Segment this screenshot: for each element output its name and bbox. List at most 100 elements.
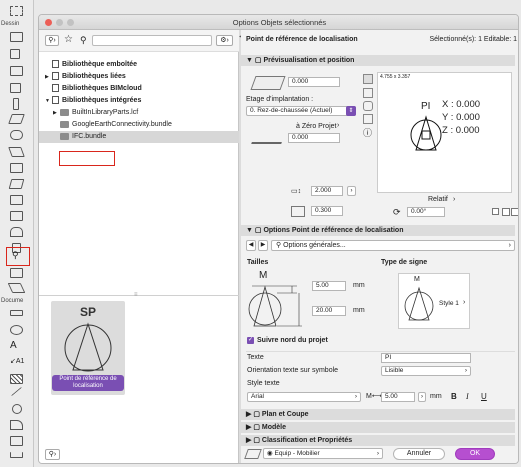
line-tool-icon[interactable] (11, 386, 22, 397)
size-1-field[interactable]: 5.00 (312, 281, 346, 291)
tree-item[interactable]: ▼ Bibliothèques intégrées (39, 95, 239, 107)
font-select[interactable]: Arial › (247, 392, 361, 402)
library-settings-gear-icon[interactable]: ⚙› (216, 35, 233, 46)
elevation-field[interactable]: 0.000 (288, 77, 340, 87)
toolbox-section-dessin: Dessin (1, 21, 20, 27)
tree-item[interactable]: ▶ Bibliothèques liées (39, 71, 239, 83)
zero-project-field[interactable]: 0.000 (288, 133, 340, 143)
section-classification-header[interactable]: ▶ ▢ Classification et Propriétés (241, 435, 515, 446)
polyline-tool-icon[interactable] (10, 420, 23, 430)
view-elevation-icon[interactable] (363, 114, 373, 124)
angle-field[interactable]: 0.00° (407, 207, 445, 217)
library-manager-button[interactable]: ⚲› (45, 449, 60, 460)
font-size-arrow-icon[interactable]: › (418, 392, 426, 402)
disclosure-down-icon[interactable]: ▼ (45, 95, 52, 107)
disclosure-right-icon[interactable]: ▶ (53, 107, 60, 119)
cancel-button[interactable]: Annuler (393, 448, 445, 460)
prev-page-button[interactable]: ◀ (246, 240, 256, 251)
library-pane: ⚲› ☆ ⚲ ⚙› Bibliothèque emboîtée ▶ Biblioth… (39, 30, 239, 463)
door-tool-icon[interactable] (10, 49, 20, 59)
preview-x-text: X : 0.000 (442, 99, 481, 110)
size-2-field[interactable]: 20.00 (312, 306, 346, 316)
sign-type-picker[interactable]: M Style 1 › (398, 273, 470, 329)
section-plan-title: Plan et Coupe (261, 411, 309, 418)
text-tool-icon[interactable]: A (10, 341, 23, 351)
underline-toggle[interactable]: U (481, 392, 487, 401)
tree-item-label: BuiltInLibraryParts.lcf (72, 109, 139, 116)
tree-item[interactable]: ▶ BuiltInLibraryParts.lcf (39, 107, 239, 119)
section-plan-header[interactable]: ▶ ▢ Plan et Coupe (241, 409, 515, 420)
text-field[interactable]: PI (381, 353, 471, 363)
follow-north-label[interactable]: Suivre nord du projet (257, 337, 328, 344)
zero-project-arrow-icon[interactable]: › (337, 122, 339, 129)
view-plan-icon[interactable] (363, 74, 373, 84)
preview-pi-label: PI (421, 101, 431, 112)
dimension-tool-icon[interactable] (10, 310, 23, 316)
relatif-arrow-icon[interactable]: › (453, 196, 455, 203)
location-point-tool-icon[interactable]: ⚲ (12, 251, 22, 261)
section-preview-header[interactable]: ▼ ▢ Prévisualisation et position (241, 55, 515, 66)
follow-north-checkbox[interactable]: ✓ (247, 337, 254, 344)
disclosure-right-icon[interactable]: ▶ (45, 71, 52, 83)
stair-tool-icon[interactable] (10, 163, 23, 173)
section-options-header[interactable]: ▼ ▢ Options Point de référence de locali… (241, 225, 515, 236)
section-tool-icon[interactable] (10, 452, 23, 458)
tree-item[interactable]: Bibliothèque emboîtée (39, 59, 239, 71)
pane-splitter[interactable] (39, 295, 239, 296)
next-page-button[interactable]: ▶ (258, 240, 268, 251)
roof-tool-icon[interactable] (8, 147, 25, 157)
options-page-select[interactable]: ⚲ Options générales... › (271, 240, 515, 251)
tree-item[interactable]: Bibliothèques BIMcloud (39, 83, 239, 95)
marquee-tool-icon[interactable] (10, 6, 23, 16)
options-page-arrow-icon: › (508, 242, 511, 249)
font-size-field[interactable]: 5.00 (381, 392, 415, 402)
morph-tool-icon[interactable] (10, 227, 23, 237)
layer-select[interactable]: ◉ Equip - Mobilier › (263, 448, 383, 459)
relatif-label[interactable]: Relatif (428, 196, 448, 203)
object-tool-icon[interactable] (10, 83, 21, 93)
window-tool-icon[interactable] (10, 66, 23, 76)
info-icon[interactable]: ⓘ (363, 126, 372, 139)
figure-tool-icon[interactable] (10, 436, 23, 446)
width-field[interactable]: 2.000 (311, 186, 343, 196)
beam-tool-icon[interactable] (8, 114, 25, 124)
railing-tool-icon[interactable] (8, 179, 25, 189)
library-search-input[interactable] (92, 35, 212, 46)
toolbox-section-docume: Docume (1, 298, 24, 304)
view-3d-icon[interactable] (363, 101, 373, 111)
orientation-select[interactable]: Lisible › (381, 366, 471, 376)
preview-window[interactable]: 4.755 x 3.357 PI X : 0.000 Y : 0.000 Z :… (377, 72, 512, 193)
height-field[interactable]: 0.300 (311, 206, 343, 216)
object-preview-tile[interactable]: SP Point de référence de localisation (51, 301, 125, 395)
view-section-icon[interactable] (363, 88, 373, 98)
size-1-unit: mm (353, 282, 365, 289)
label-tool-icon[interactable]: ↙A1 (10, 357, 24, 367)
circle-tool-icon[interactable] (12, 404, 22, 414)
zero-project-label[interactable]: à Zéro Projet (296, 123, 336, 130)
tree-item[interactable]: GoogleEarthConnectivity.bundle (39, 119, 239, 131)
section-modele-header[interactable]: ▶ ▢ Modèle (241, 422, 515, 433)
wall-tool-icon[interactable] (10, 32, 23, 42)
search-icon[interactable]: ⚲ (80, 34, 87, 46)
fill-tool-icon[interactable] (10, 374, 23, 384)
zone-tool-icon[interactable] (10, 268, 23, 278)
slab-tool-icon[interactable] (10, 130, 23, 140)
story-dropdown-icon[interactable]: ⇕ (346, 106, 356, 116)
height-icon (291, 206, 305, 217)
object-filter-icon[interactable]: ⚲› (45, 35, 59, 46)
terrain-tool-icon[interactable] (7, 283, 26, 293)
mirror-checkbox[interactable] (492, 208, 499, 215)
font-arrow-icon: › (354, 393, 357, 400)
shell-tool-icon[interactable] (10, 195, 23, 205)
bold-toggle[interactable]: B (451, 392, 457, 401)
story-select[interactable]: 0. Rez-de-chaussée (Actuel) (246, 106, 356, 116)
italic-toggle[interactable]: I (466, 392, 469, 401)
column-tool-icon[interactable] (13, 98, 19, 110)
favorites-star-icon[interactable]: ☆ (64, 34, 73, 46)
level-dimension-tool-icon[interactable] (10, 325, 23, 335)
width-link-button[interactable]: › (347, 186, 356, 196)
tree-item[interactable]: IFC.bundle (39, 131, 239, 143)
ok-button[interactable]: OK (455, 448, 495, 460)
curtain-wall-tool-icon[interactable] (10, 211, 23, 221)
splitter-grip-icon[interactable]: ≡ (134, 292, 138, 298)
